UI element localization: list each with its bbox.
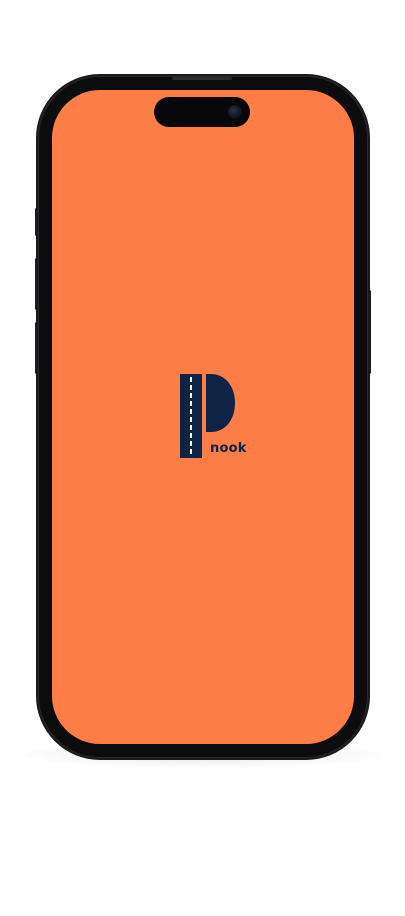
power-button — [368, 290, 371, 374]
front-camera-icon — [228, 105, 242, 119]
splash-screen: nook — [52, 90, 354, 744]
logo-wordmark: nook — [210, 441, 247, 456]
mockup-stage: nook — [0, 0, 405, 916]
logo-bowl — [206, 374, 235, 432]
app-logo: nook — [179, 374, 247, 464]
speaker-grille — [172, 77, 232, 80]
dynamic-island — [154, 97, 250, 127]
